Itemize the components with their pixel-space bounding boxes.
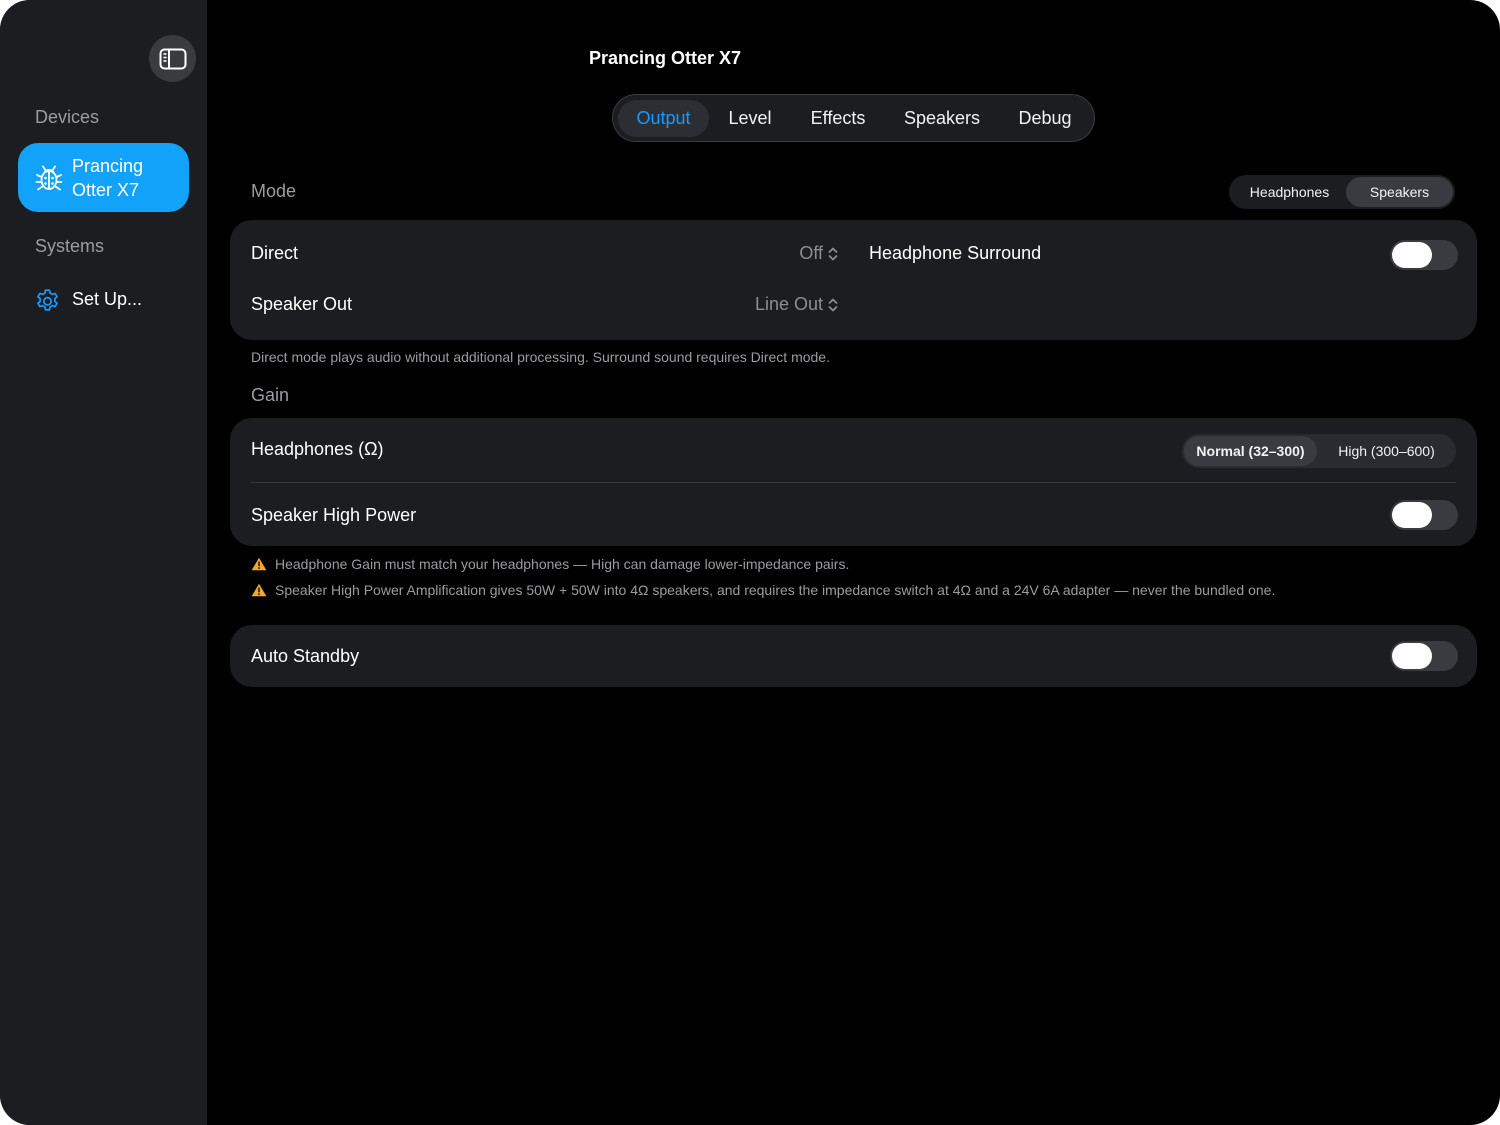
warning-icon <box>251 583 267 597</box>
speaker-high-power-toggle[interactable] <box>1390 500 1458 530</box>
gain-normal-option[interactable]: Normal (32–300) <box>1184 436 1317 466</box>
tab-output[interactable]: Output <box>618 100 709 137</box>
sidebar-item-label: Set Up... <box>72 289 143 309</box>
chevron-up-down-icon <box>828 247 838 260</box>
speaker-out-value: Line Out <box>754 294 823 314</box>
direct-value: Off <box>799 243 823 263</box>
toggle-knob <box>1392 242 1432 268</box>
tab-speakers[interactable]: Speakers <box>890 100 994 137</box>
ladybug-icon <box>35 165 63 191</box>
mode-section-label: Mode <box>251 181 297 201</box>
sidebar-toggle-button[interactable] <box>149 35 196 82</box>
tab-bar: Output Level Effects Speakers Debug <box>612 94 1095 142</box>
standby-card: Auto Standby <box>230 625 1477 687</box>
sidebar: Devices Prancing Otter X7 Systems Set Up… <box>0 0 207 1125</box>
headphone-surround-label: Headphone Surround <box>869 243 1042 263</box>
gain-high-option[interactable]: High (300–600) <box>1319 436 1454 466</box>
toggle-knob <box>1392 502 1432 528</box>
auto-standby-label: Auto Standby <box>251 646 360 666</box>
tab-level[interactable]: Level <box>713 100 787 137</box>
warning-icon <box>251 557 267 571</box>
tab-debug[interactable]: Debug <box>1003 100 1087 137</box>
sidebar-item-prancing-otter-x7[interactable]: Prancing Otter X7 <box>18 143 189 212</box>
auto-standby-toggle[interactable] <box>1390 641 1458 671</box>
toggle-knob <box>1392 643 1432 669</box>
headphones-gain-label: Headphones (Ω) <box>251 439 384 459</box>
tab-effects[interactable]: Effects <box>795 100 881 137</box>
gear-icon <box>37 289 58 311</box>
headphones-gain-segmented-control: Normal (32–300) High (300–600) <box>1182 434 1456 468</box>
sidebar-section-devices: Devices <box>35 107 100 127</box>
divider <box>251 482 1456 483</box>
app-window: Devices Prancing Otter X7 Systems Set Up… <box>0 0 1500 1125</box>
direct-popup[interactable]: Off <box>799 243 839 264</box>
mode-speakers-option[interactable]: Speakers <box>1346 177 1453 207</box>
warning-text: Speaker High Power Amplification gives 5… <box>275 582 1276 598</box>
speaker-out-popup[interactable]: Line Out <box>755 294 839 315</box>
mode-segmented-control: Headphones Speakers <box>1229 175 1455 209</box>
mode-footnote: Direct mode plays audio without addition… <box>251 349 830 365</box>
page-title: Prancing Otter X7 <box>589 48 742 68</box>
sidebar-left-icon <box>159 48 186 69</box>
mode-card: Direct Off Headphone Surround Speaker Ou… <box>230 220 1477 340</box>
warning-line: Speaker High Power Amplification gives 5… <box>251 582 1275 598</box>
sidebar-item-label: Prancing Otter X7 <box>72 156 144 200</box>
headphone-surround-toggle[interactable] <box>1390 240 1458 270</box>
gain-section-label: Gain <box>251 385 290 405</box>
direct-label: Direct <box>251 243 299 263</box>
warning-line: Headphone Gain must match your headphone… <box>251 556 849 572</box>
chevron-up-down-icon <box>828 298 838 311</box>
speaker-high-power-label: Speaker High Power <box>251 505 417 525</box>
gain-card: Headphones (Ω) Normal (32–300) High (300… <box>230 418 1477 546</box>
warning-text: Headphone Gain must match your headphone… <box>275 556 850 572</box>
sidebar-item-set-up[interactable]: Set Up... <box>34 286 184 314</box>
sidebar-section-systems: Systems <box>35 236 105 256</box>
speaker-out-label: Speaker Out <box>251 294 353 314</box>
mode-headphones-option[interactable]: Headphones <box>1233 177 1346 207</box>
